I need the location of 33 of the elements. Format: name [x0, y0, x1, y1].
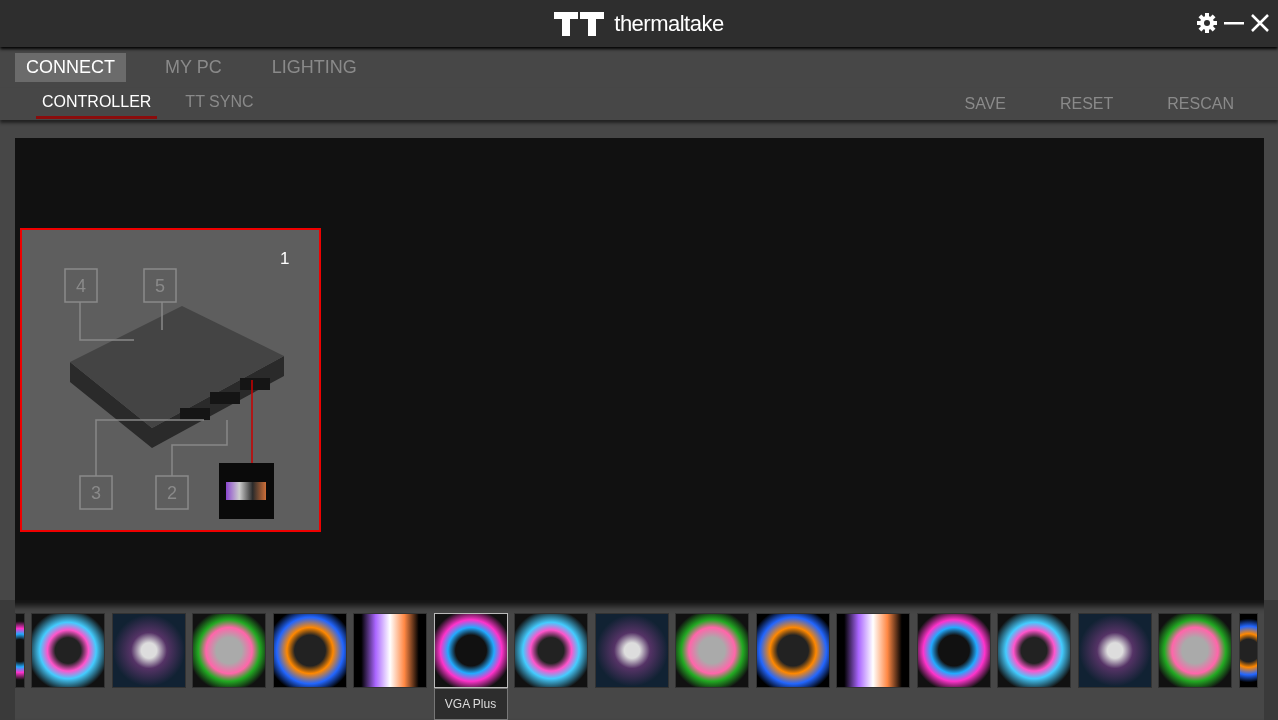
product-thumbnail[interactable]: [433, 613, 508, 688]
product-thumbnail[interactable]: [1158, 613, 1232, 688]
product-thumbnail[interactable]: [192, 613, 266, 688]
leader-line: [79, 301, 135, 341]
action-button[interactable]: RESCAN: [1157, 91, 1244, 117]
product-thumbnail[interactable]: [15, 613, 25, 688]
product-thumbnail[interactable]: [111, 613, 186, 688]
main-tab[interactable]: LIGHTING: [260, 53, 368, 82]
close-icon[interactable]: [1250, 12, 1270, 34]
product-thumbnail[interactable]: [675, 613, 749, 688]
product-thumbnail[interactable]: [1077, 613, 1152, 688]
action-button[interactable]: SAVE: [954, 91, 1016, 117]
main-tab[interactable]: MY PC: [154, 53, 233, 82]
scrollbar-track[interactable]: [1264, 600, 1278, 720]
product-thumbnail[interactable]: [594, 613, 669, 688]
product-thumbnail[interactable]: [353, 613, 427, 688]
product-thumbnail[interactable]: [272, 613, 347, 688]
product-thumbnail[interactable]: [836, 613, 910, 688]
sub-tab[interactable]: TT SYNC: [179, 89, 260, 119]
product-thumbnail[interactable]: [1238, 613, 1258, 688]
logo-icon: [554, 11, 605, 36]
product-thumbnail[interactable]: [997, 613, 1071, 688]
product-thumbnail[interactable]: [514, 613, 588, 688]
logo-text: thermaltake: [614, 10, 724, 37]
product-thumbnail[interactable]: [916, 613, 991, 688]
product-thumbnail[interactable]: [31, 613, 105, 688]
product-thumbnail[interactable]: [755, 613, 830, 688]
main-tab[interactable]: CONNECT: [15, 53, 126, 82]
controller-number: 1: [280, 249, 290, 268]
leader-line: [161, 301, 163, 331]
tooltip: VGA Plus: [433, 688, 508, 720]
sub-tab[interactable]: CONTROLLER: [36, 89, 158, 119]
action-button[interactable]: RESET: [1049, 91, 1124, 117]
